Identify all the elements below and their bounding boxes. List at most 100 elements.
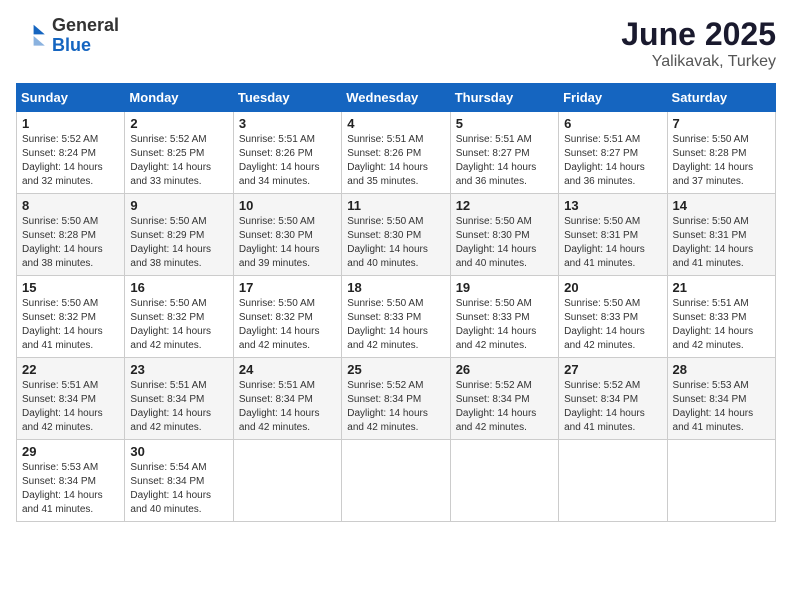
- table-row: 30 Sunrise: 5:54 AMSunset: 8:34 PMDayligh…: [125, 440, 233, 522]
- table-row: [342, 440, 450, 522]
- day-number: 25: [347, 362, 444, 377]
- table-row: 15 Sunrise: 5:50 AMSunset: 8:32 PMDayligh…: [17, 276, 125, 358]
- day-info: Sunrise: 5:51 AMSunset: 8:34 PMDaylight:…: [239, 379, 336, 435]
- day-info: Sunrise: 5:51 AMSunset: 8:33 PMDaylight:…: [673, 297, 770, 353]
- day-number: 13: [564, 198, 661, 213]
- day-info: Sunrise: 5:50 AMSunset: 8:32 PMDaylight:…: [130, 297, 227, 353]
- day-info: Sunrise: 5:51 AMSunset: 8:27 PMDaylight:…: [564, 133, 661, 189]
- day-number: 16: [130, 280, 227, 295]
- day-number: 9: [130, 198, 227, 213]
- calendar-header-row: Sunday Monday Tuesday Wednesday Thursday…: [17, 84, 776, 112]
- day-info: Sunrise: 5:52 AMSunset: 8:34 PMDaylight:…: [347, 379, 444, 435]
- calendar-week-2: 8 Sunrise: 5:50 AMSunset: 8:28 PMDaylight…: [17, 194, 776, 276]
- day-number: 28: [673, 362, 770, 377]
- calendar-title: June 2025: [621, 16, 776, 53]
- day-number: 8: [22, 198, 119, 213]
- logo: General Blue: [16, 16, 119, 56]
- day-info: Sunrise: 5:51 AMSunset: 8:26 PMDaylight:…: [347, 133, 444, 189]
- table-row: 5Sunrise: 5:51 AMSunset: 8:27 PMDaylight…: [450, 112, 558, 194]
- day-info: Sunrise: 5:50 AMSunset: 8:31 PMDaylight:…: [564, 215, 661, 271]
- day-info: Sunrise: 5:50 AMSunset: 8:30 PMDaylight:…: [239, 215, 336, 271]
- day-info: Sunrise: 5:51 AMSunset: 8:34 PMDaylight:…: [22, 379, 119, 435]
- day-info: Sunrise: 5:50 AMSunset: 8:28 PMDaylight:…: [673, 133, 770, 189]
- table-row: 4 Sunrise: 5:51 AMSunset: 8:26 PMDaylight…: [342, 112, 450, 194]
- day-info: Sunrise: 5:51 AMSunset: 8:26 PMDaylight:…: [239, 133, 336, 189]
- day-info: Sunrise: 5:54 AMSunset: 8:34 PMDaylight:…: [130, 461, 227, 517]
- header-monday: Monday: [125, 84, 233, 112]
- table-row: 23 Sunrise: 5:51 AMSunset: 8:34 PMDayligh…: [125, 358, 233, 440]
- calendar-week-3: 15 Sunrise: 5:50 AMSunset: 8:32 PMDayligh…: [17, 276, 776, 358]
- header-wednesday: Wednesday: [342, 84, 450, 112]
- header-sunday: Sunday: [17, 84, 125, 112]
- day-info: Sunrise: 5:50 AMSunset: 8:32 PMDaylight:…: [22, 297, 119, 353]
- day-number: 6: [564, 116, 661, 131]
- table-row: 29 Sunrise: 5:53 AMSunset: 8:34 PMDayligh…: [17, 440, 125, 522]
- day-info: Sunrise: 5:50 AMSunset: 8:31 PMDaylight:…: [673, 215, 770, 271]
- day-number: 20: [564, 280, 661, 295]
- logo-general: General: [52, 15, 119, 35]
- table-row: 13 Sunrise: 5:50 AMSunset: 8:31 PMDayligh…: [559, 194, 667, 276]
- table-row: 27 Sunrise: 5:52 AMSunset: 8:34 PMDayligh…: [559, 358, 667, 440]
- calendar-week-1: 1Sunrise: 5:52 AMSunset: 8:24 PMDaylight…: [17, 112, 776, 194]
- table-row: 22 Sunrise: 5:51 AMSunset: 8:34 PMDayligh…: [17, 358, 125, 440]
- day-number: 15: [22, 280, 119, 295]
- day-number: 19: [456, 280, 553, 295]
- table-row: 16 Sunrise: 5:50 AMSunset: 8:32 PMDayligh…: [125, 276, 233, 358]
- table-row: [559, 440, 667, 522]
- table-row: 18 Sunrise: 5:50 AMSunset: 8:33 PMDayligh…: [342, 276, 450, 358]
- day-info: Sunrise: 5:50 AMSunset: 8:33 PMDaylight:…: [347, 297, 444, 353]
- table-row: 2Sunrise: 5:52 AMSunset: 8:25 PMDaylight…: [125, 112, 233, 194]
- table-row: 19 Sunrise: 5:50 AMSunset: 8:33 PMDayligh…: [450, 276, 558, 358]
- logo-text: General Blue: [52, 16, 119, 56]
- table-row: 7 Sunrise: 5:50 AMSunset: 8:28 PMDaylight…: [667, 112, 775, 194]
- day-info: Sunrise: 5:50 AMSunset: 8:32 PMDaylight:…: [239, 297, 336, 353]
- table-row: 28 Sunrise: 5:53 AMSunset: 8:34 PMDayligh…: [667, 358, 775, 440]
- day-number: 1: [22, 116, 119, 131]
- day-info: Sunrise: 5:50 AMSunset: 8:29 PMDaylight:…: [130, 215, 227, 271]
- day-info: Sunrise: 5:50 AMSunset: 8:33 PMDaylight:…: [456, 297, 553, 353]
- day-number: 29: [22, 444, 119, 459]
- table-row: 12Sunrise: 5:50 AMSunset: 8:30 PMDayligh…: [450, 194, 558, 276]
- day-number: 4: [347, 116, 444, 131]
- table-row: 24 Sunrise: 5:51 AMSunset: 8:34 PMDayligh…: [233, 358, 341, 440]
- table-row: 26Sunrise: 5:52 AMSunset: 8:34 PMDayligh…: [450, 358, 558, 440]
- day-info: Sunrise: 5:52 AMSunset: 8:34 PMDaylight:…: [564, 379, 661, 435]
- calendar-table: Sunday Monday Tuesday Wednesday Thursday…: [16, 83, 776, 522]
- day-number: 30: [130, 444, 227, 459]
- calendar-week-4: 22 Sunrise: 5:51 AMSunset: 8:34 PMDayligh…: [17, 358, 776, 440]
- day-number: 27: [564, 362, 661, 377]
- day-number: 26: [456, 362, 553, 377]
- page-header: General Blue June 2025 Yalikavak, Turkey: [16, 16, 776, 71]
- table-row: 20 Sunrise: 5:50 AMSunset: 8:33 PMDayligh…: [559, 276, 667, 358]
- day-info: Sunrise: 5:53 AMSunset: 8:34 PMDaylight:…: [22, 461, 119, 517]
- table-row: 17Sunrise: 5:50 AMSunset: 8:32 PMDayligh…: [233, 276, 341, 358]
- day-info: Sunrise: 5:52 AMSunset: 8:25 PMDaylight:…: [130, 133, 227, 189]
- table-row: 8 Sunrise: 5:50 AMSunset: 8:28 PMDaylight…: [17, 194, 125, 276]
- table-row: 1Sunrise: 5:52 AMSunset: 8:24 PMDaylight…: [17, 112, 125, 194]
- day-number: 5: [456, 116, 553, 131]
- logo-icon: [16, 20, 48, 52]
- header-tuesday: Tuesday: [233, 84, 341, 112]
- table-row: 6 Sunrise: 5:51 AMSunset: 8:27 PMDaylight…: [559, 112, 667, 194]
- day-info: Sunrise: 5:51 AMSunset: 8:34 PMDaylight:…: [130, 379, 227, 435]
- day-info: Sunrise: 5:50 AMSunset: 8:33 PMDaylight:…: [564, 297, 661, 353]
- table-row: 25 Sunrise: 5:52 AMSunset: 8:34 PMDayligh…: [342, 358, 450, 440]
- day-info: Sunrise: 5:50 AMSunset: 8:30 PMDaylight:…: [347, 215, 444, 271]
- day-number: 24: [239, 362, 336, 377]
- table-row: 11Sunrise: 5:50 AMSunset: 8:30 PMDayligh…: [342, 194, 450, 276]
- header-friday: Friday: [559, 84, 667, 112]
- day-number: 21: [673, 280, 770, 295]
- day-number: 10: [239, 198, 336, 213]
- day-number: 18: [347, 280, 444, 295]
- day-info: Sunrise: 5:50 AMSunset: 8:28 PMDaylight:…: [22, 215, 119, 271]
- day-number: 7: [673, 116, 770, 131]
- day-info: Sunrise: 5:50 AMSunset: 8:30 PMDaylight:…: [456, 215, 553, 271]
- header-saturday: Saturday: [667, 84, 775, 112]
- day-number: 14: [673, 198, 770, 213]
- day-number: 3: [239, 116, 336, 131]
- day-number: 22: [22, 362, 119, 377]
- day-info: Sunrise: 5:53 AMSunset: 8:34 PMDaylight:…: [673, 379, 770, 435]
- header-thursday: Thursday: [450, 84, 558, 112]
- day-number: 23: [130, 362, 227, 377]
- table-row: 21 Sunrise: 5:51 AMSunset: 8:33 PMDayligh…: [667, 276, 775, 358]
